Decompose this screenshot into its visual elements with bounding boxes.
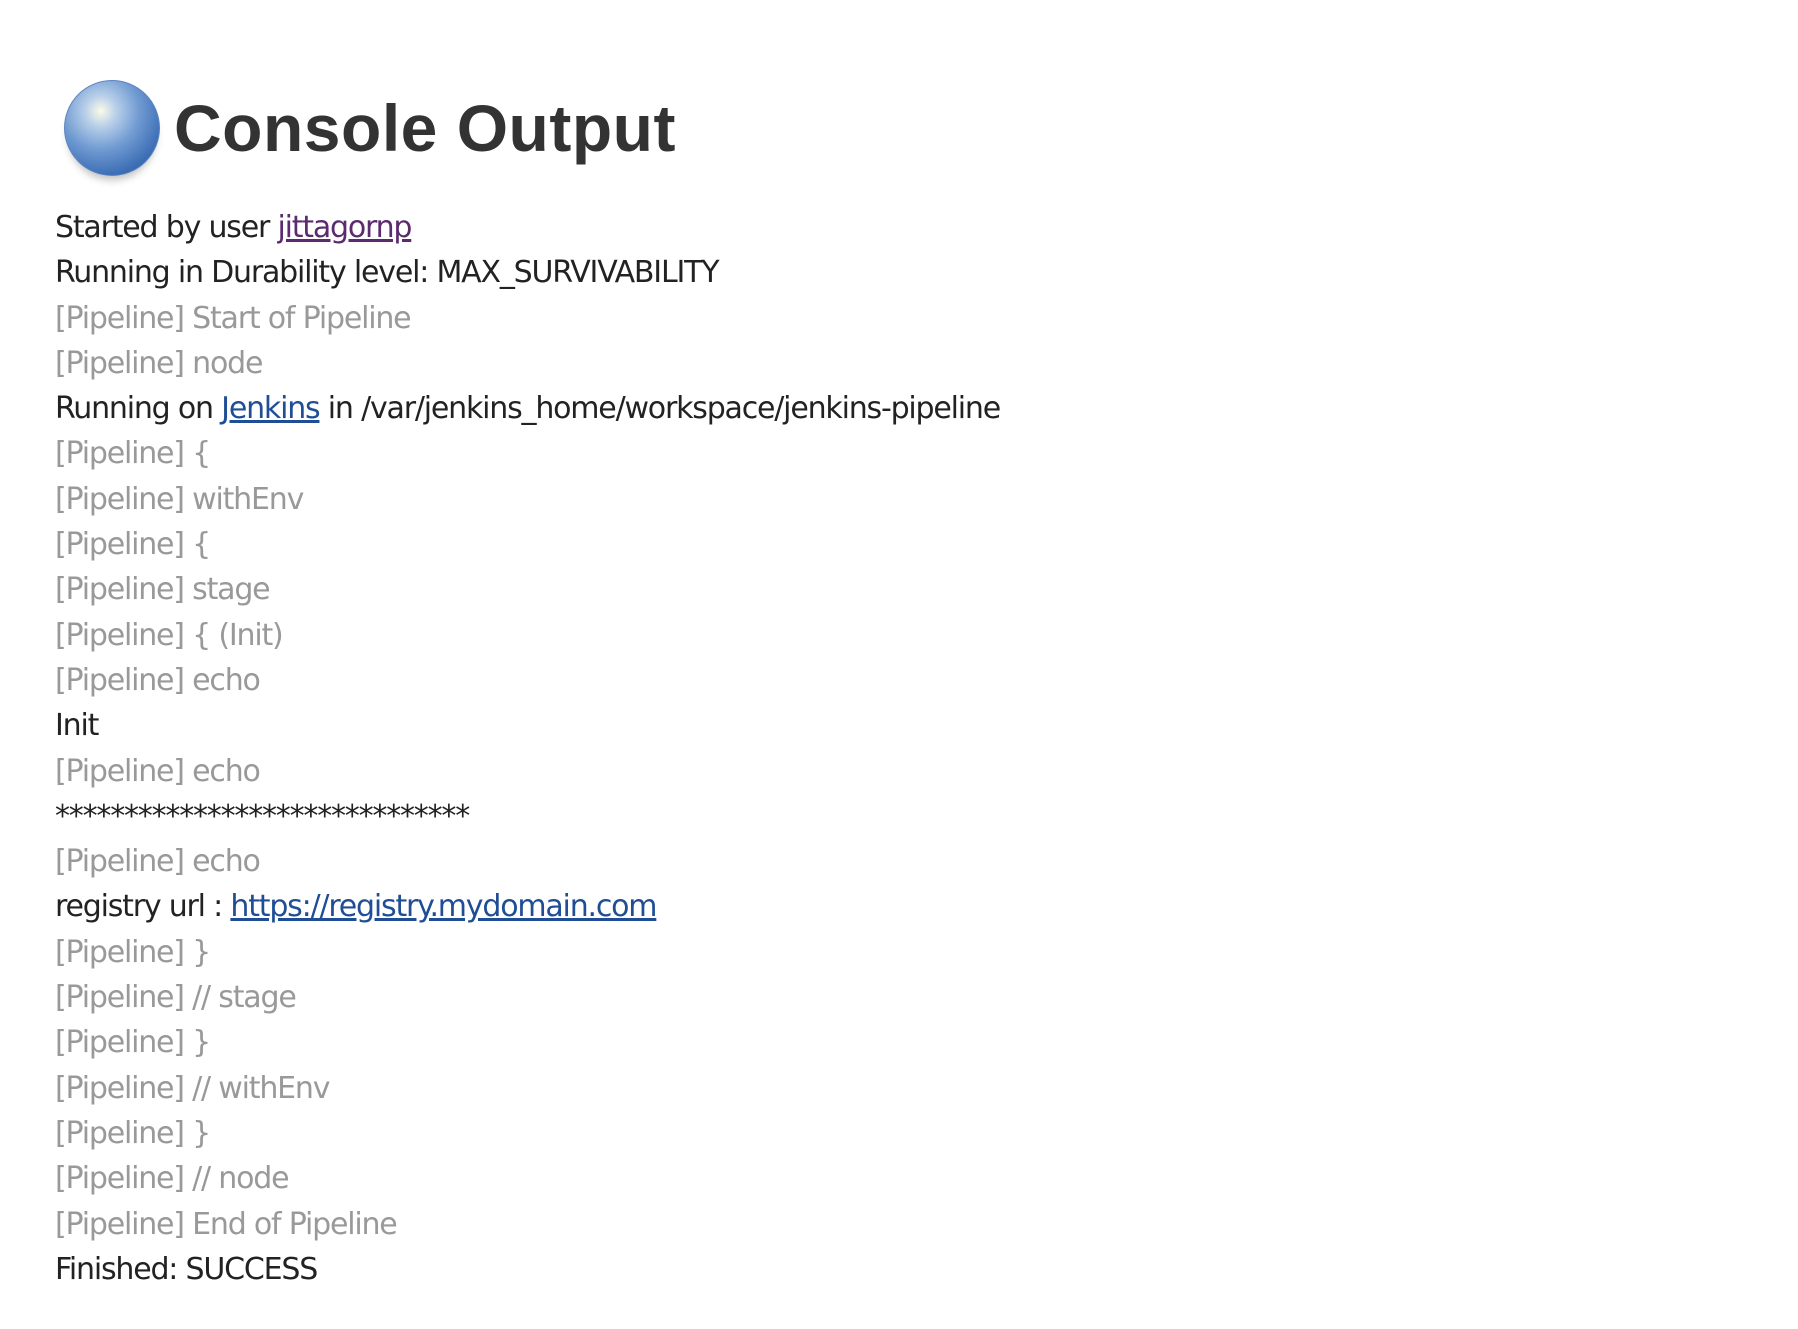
log-line: Init (55, 703, 1000, 748)
console-output: Started by user jittagornp Running in Dur… (55, 205, 1001, 1292)
pipeline-log-line: [Pipeline] } (55, 930, 1000, 975)
log-text: [Pipeline] // node (55, 1161, 290, 1197)
log-text: [Pipeline] // withEnv (55, 1070, 330, 1106)
log-text: registry url : (55, 889, 231, 925)
log-line: Finished: SUCCESS (55, 1247, 1000, 1292)
log-line: Started by user jittagornp (55, 205, 1000, 250)
log-text: Finished: SUCCESS (55, 1251, 318, 1287)
pipeline-log-line: [Pipeline] stage (55, 567, 1000, 612)
pipeline-log-line: [Pipeline] // node (55, 1156, 1000, 1201)
pipeline-log-line: [Pipeline] node (55, 341, 1000, 386)
pipeline-log-line: [Pipeline] } (55, 1111, 1000, 1156)
log-text: Running on (55, 391, 222, 427)
pipeline-log-line: [Pipeline] End of Pipeline (55, 1202, 1000, 1247)
pipeline-log-line: [Pipeline] echo (55, 839, 1000, 884)
log-text: in /var/jenkins_home/workspace/jenkins-p… (319, 391, 1001, 427)
blue-ball-icon (64, 80, 160, 177)
log-link[interactable]: https://registry.mydomain.com (230, 889, 657, 924)
pipeline-log-line: [Pipeline] Start of Pipeline (55, 296, 1000, 341)
log-line: Running on Jenkins in /var/jenkins_home/… (55, 386, 1001, 431)
pipeline-log-line: [Pipeline] echo (55, 749, 1000, 794)
pipeline-log-line: [Pipeline] } (55, 1020, 1000, 1065)
page-header: Console Output (64, 46, 676, 210)
log-text: Started by user (55, 210, 278, 245)
log-link[interactable]: jittagornp (277, 210, 412, 245)
log-text: ****************************** (55, 798, 470, 834)
log-text: [Pipeline] { (55, 527, 211, 563)
log-text: [Pipeline] { (55, 436, 211, 472)
log-text: [Pipeline] echo (55, 753, 261, 789)
log-line: Running in Durability level: MAX_SURVIVA… (55, 250, 1000, 295)
pipeline-log-line: [Pipeline] // withEnv (55, 1066, 1000, 1111)
log-text: [Pipeline] } (55, 934, 211, 970)
log-text: [Pipeline] node (55, 345, 263, 381)
log-link[interactable]: Jenkins (221, 391, 320, 426)
log-text: [Pipeline] } (55, 1025, 211, 1061)
pipeline-log-line: [Pipeline] withEnv (55, 477, 1000, 522)
log-text: [Pipeline] // stage (55, 980, 297, 1016)
pipeline-log-line: [Pipeline] // stage (55, 975, 1000, 1020)
log-text: [Pipeline] End of Pipeline (55, 1206, 398, 1242)
pipeline-log-line: [Pipeline] { (55, 522, 1000, 567)
log-line: ****************************** (55, 794, 1000, 839)
log-text: [Pipeline] echo (55, 662, 261, 698)
log-text: [Pipeline] withEnv (55, 481, 304, 517)
log-text: [Pipeline] Start of Pipeline (55, 300, 412, 336)
log-text: Running in Durability level: MAX_SURVIVA… (55, 255, 720, 291)
log-text: [Pipeline] stage (55, 572, 271, 608)
log-text: [Pipeline] { (Init) (55, 617, 284, 653)
log-line: registry url : https://registry.mydomain… (55, 884, 1000, 929)
pipeline-log-line: [Pipeline] { (55, 431, 1000, 476)
page-title: Console Output (174, 91, 676, 166)
pipeline-log-line: [Pipeline] echo (55, 658, 1000, 703)
log-text: Init (55, 708, 99, 744)
log-text: [Pipeline] } (55, 1115, 211, 1151)
pipeline-log-line: [Pipeline] { (Init) (55, 613, 1000, 658)
log-text: [Pipeline] echo (55, 844, 261, 880)
